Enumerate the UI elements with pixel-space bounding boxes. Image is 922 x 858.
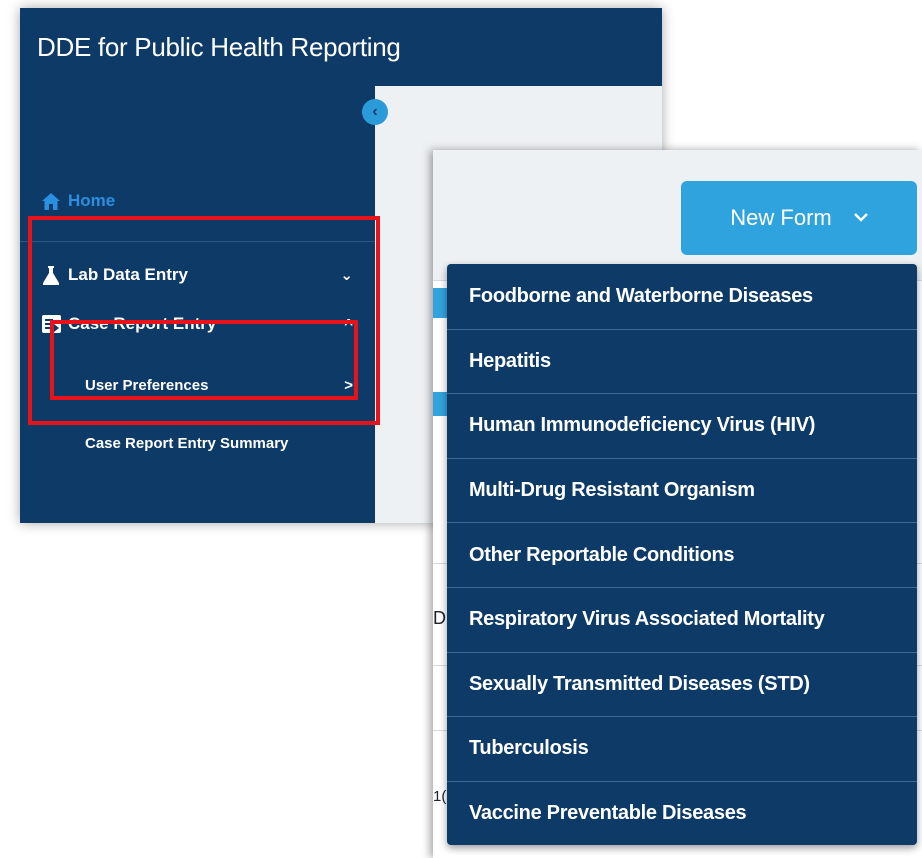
new-form-dropdown-menu: Foodborne and Waterborne Diseases Hepati… <box>447 264 917 846</box>
menu-item-hepatitis[interactable]: Hepatitis <box>447 328 917 394</box>
home-icon <box>40 192 62 210</box>
table-header-fragment: D <box>433 608 446 628</box>
menu-item-other-reportable[interactable]: Other Reportable Conditions <box>447 522 917 587</box>
menu-item-vaccine-preventable[interactable]: Vaccine Preventable Diseases <box>447 780 917 846</box>
menu-item-std[interactable]: Sexually Transmitted Diseases (STD) <box>447 651 917 717</box>
sidebar-subitem-label: Case Report Entry Summary <box>85 434 289 452</box>
sidebar-subitem-case-report-entry-summary[interactable]: Case Report Entry Summary <box>20 426 375 460</box>
chevron-down-icon <box>853 209 868 227</box>
new-form-button[interactable]: New Form <box>681 181 917 255</box>
table-cell-fragment: 1( <box>433 788 447 805</box>
new-form-label: New Form <box>730 205 832 230</box>
app-title-bar: DDE for Public Health Reporting <box>20 8 662 86</box>
menu-item-mdro[interactable]: Multi-Drug Resistant Organism <box>447 457 917 523</box>
sidebar-item-label: Home <box>68 191 116 210</box>
menu-item-foodborne-waterborne[interactable]: Foodborne and Waterborne Diseases <box>447 264 917 329</box>
sidebar-item-home[interactable]: Home <box>20 184 375 218</box>
highlight-box-summary <box>50 320 358 400</box>
menu-item-respiratory-mortality[interactable]: Respiratory Virus Associated Mortality <box>447 586 917 652</box>
app-title: DDE for Public Health Reporting <box>37 31 401 62</box>
menu-item-hiv[interactable]: Human Immunodeficiency Virus (HIV) <box>447 393 917 458</box>
chevron-left-icon[interactable]: ‹ <box>362 99 388 125</box>
menu-item-tuberculosis[interactable]: Tuberculosis <box>447 716 917 781</box>
